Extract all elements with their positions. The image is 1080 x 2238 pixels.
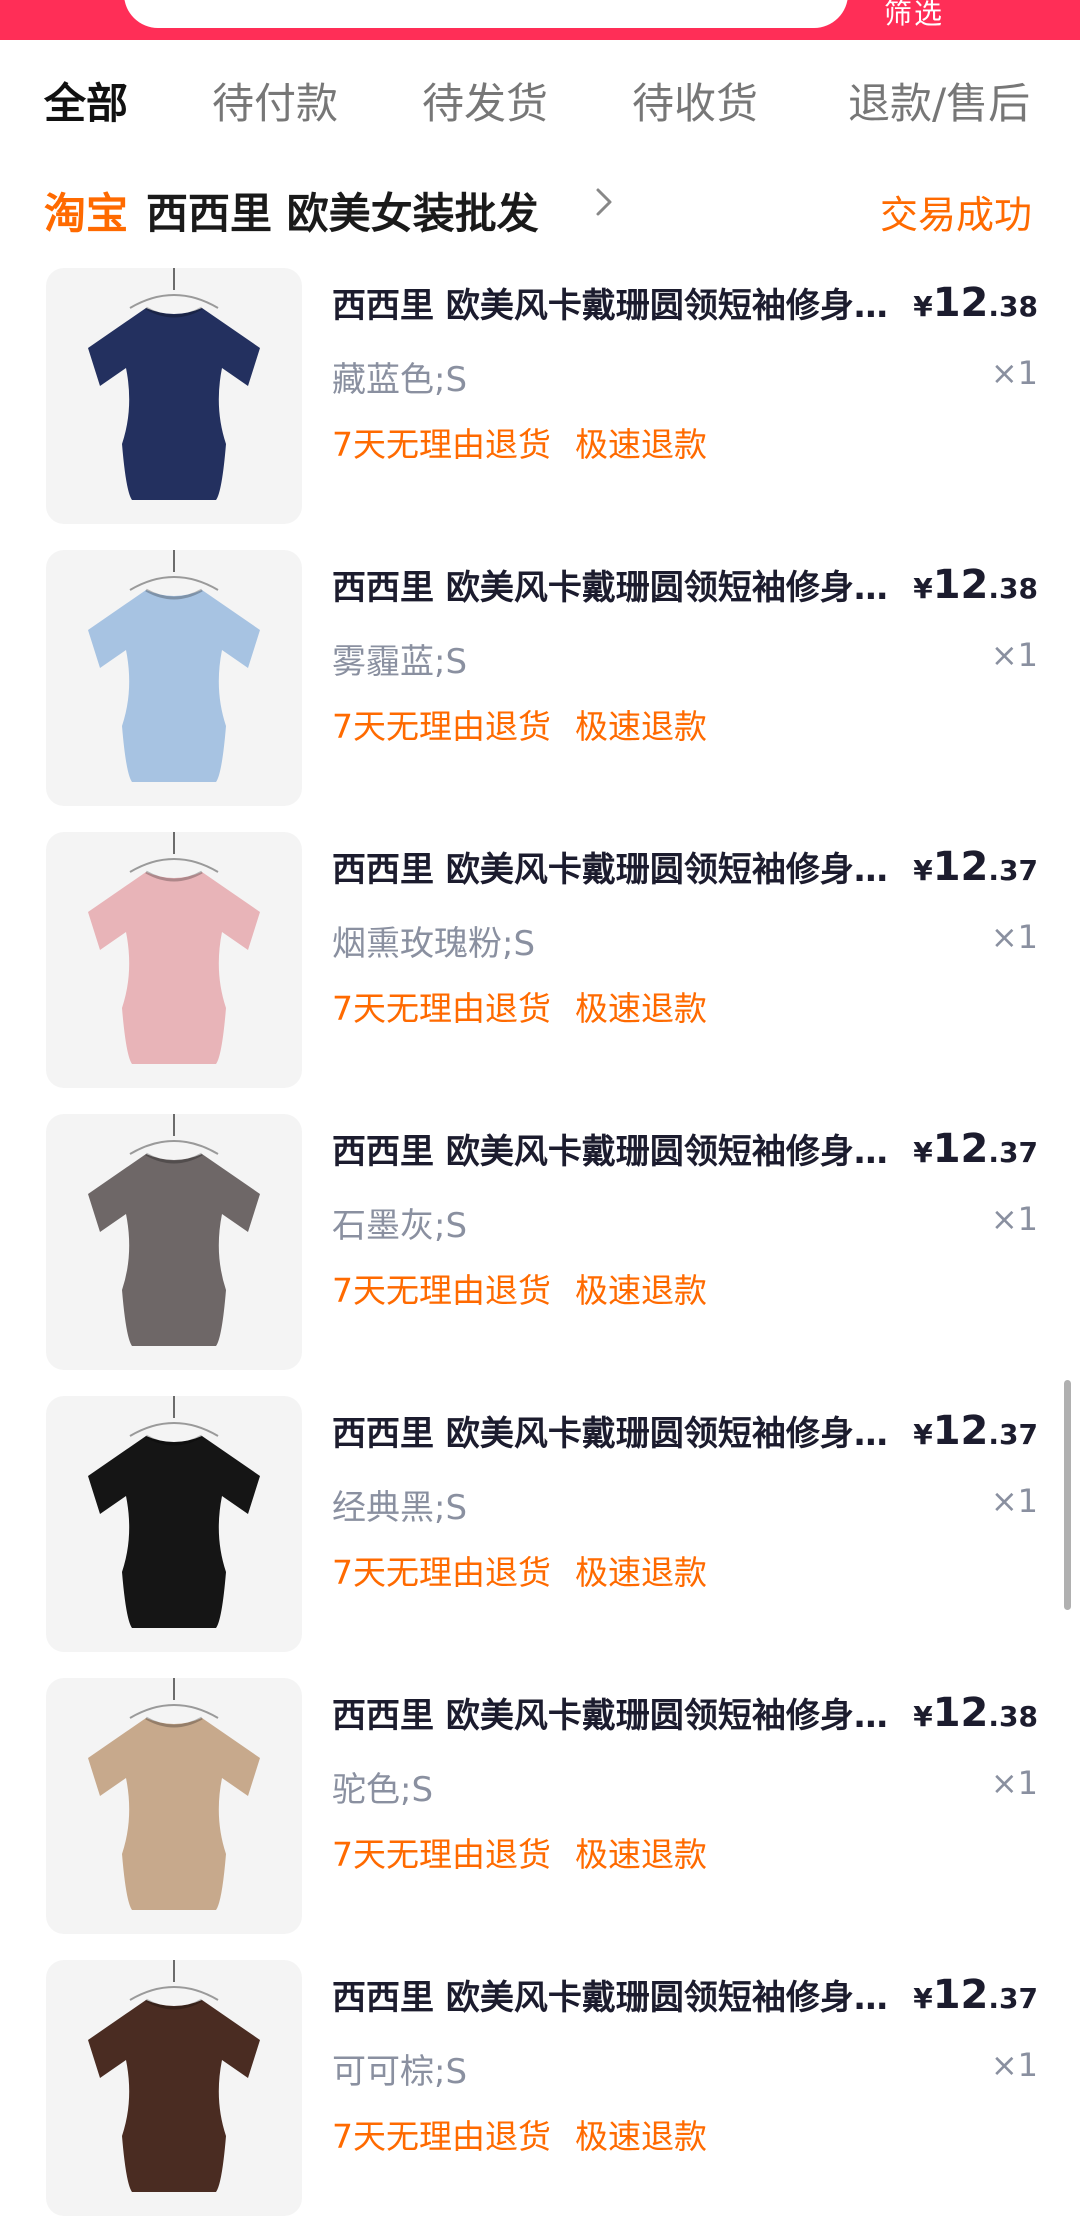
product-variant: 经典黑;S xyxy=(332,1488,468,1528)
tab-pending-receipt[interactable]: 待收货 xyxy=(632,70,758,131)
order-item[interactable]: 西西里 欧美风卡戴珊圆领短袖修身T恤 ¥12.37 石墨灰;S ×1 7天无理由… xyxy=(0,1110,1080,1392)
tab-refund-aftersale[interactable]: 退款/售后 xyxy=(848,70,1030,131)
product-variant: 烟熏玫瑰粉;S xyxy=(332,924,536,964)
fast-refund-tag: 极速退款 xyxy=(575,1553,707,1592)
product-variant: 雾霾蓝;S xyxy=(332,642,468,682)
fast-refund-tag: 极速退款 xyxy=(575,707,707,746)
search-header: 筛选 xyxy=(0,0,1080,40)
service-tags: 7天无理由退货 极速退款 xyxy=(332,1828,731,1876)
product-price: ¥12.38 xyxy=(913,562,1038,608)
return-policy-tag: 7天无理由退货 xyxy=(332,707,551,746)
service-tags: 7天无理由退货 极速退款 xyxy=(332,700,731,748)
fast-refund-tag: 极速退款 xyxy=(575,1835,707,1874)
product-price: ¥12.38 xyxy=(913,280,1038,326)
product-thumbnail[interactable] xyxy=(46,268,302,524)
product-title[interactable]: 西西里 欧美风卡戴珊圆领短袖修身T恤 xyxy=(332,1406,892,1455)
scrollbar[interactable] xyxy=(1064,1380,1071,1610)
tab-pending-shipment[interactable]: 待发货 xyxy=(422,70,548,131)
tshirt-image xyxy=(88,268,260,500)
order-tabs: 全部 待付款 待发货 待收货 退款/售后 xyxy=(0,40,1080,160)
product-thumbnail[interactable] xyxy=(46,1114,302,1370)
order-item[interactable]: 西西里 欧美风卡戴珊圆领短袖修身T恤 ¥12.37 经典黑;S ×1 7天无理由… xyxy=(0,1392,1080,1674)
order-status: 交易成功 xyxy=(879,193,1032,237)
taobao-logo: 淘宝 xyxy=(44,189,129,238)
tab-all[interactable]: 全部 xyxy=(44,70,128,131)
return-policy-tag: 7天无理由退货 xyxy=(332,1553,551,1592)
product-quantity: ×1 xyxy=(990,2046,1038,2084)
fast-refund-tag: 极速退款 xyxy=(575,989,707,1028)
fast-refund-tag: 极速退款 xyxy=(575,2117,707,2156)
tshirt-image xyxy=(88,832,260,1064)
product-thumbnail[interactable] xyxy=(46,550,302,806)
service-tags: 7天无理由退货 极速退款 xyxy=(332,982,731,1030)
product-price: ¥12.37 xyxy=(913,844,1038,890)
order-item[interactable]: 西西里 欧美风卡戴珊圆领短袖修身T恤 ¥12.38 雾霾蓝;S ×1 7天无理由… xyxy=(0,546,1080,828)
product-variant: 可可棕;S xyxy=(332,2052,468,2092)
product-title[interactable]: 西西里 欧美风卡戴珊圆领短袖修身T恤 xyxy=(332,1124,892,1173)
service-tags: 7天无理由退货 极速退款 xyxy=(332,418,731,466)
tab-pending-payment[interactable]: 待付款 xyxy=(212,70,338,131)
return-policy-tag: 7天无理由退货 xyxy=(332,989,551,1028)
search-input[interactable] xyxy=(124,0,848,28)
order-item[interactable]: 西西里 欧美风卡戴珊圆领短袖修身T恤 ¥12.38 藏蓝色;S ×1 7天无理由… xyxy=(0,264,1080,546)
product-quantity: ×1 xyxy=(990,1764,1038,1802)
product-price: ¥12.37 xyxy=(913,1408,1038,1454)
product-quantity: ×1 xyxy=(990,354,1038,392)
product-title[interactable]: 西西里 欧美风卡戴珊圆领短袖修身T恤 xyxy=(332,560,892,609)
fast-refund-tag: 极速退款 xyxy=(575,425,707,464)
product-quantity: ×1 xyxy=(990,918,1038,956)
product-title[interactable]: 西西里 欧美风卡戴珊圆领短袖修身T恤 xyxy=(332,278,892,327)
product-price: ¥12.37 xyxy=(913,1972,1038,2018)
service-tags: 7天无理由退货 极速退款 xyxy=(332,2110,731,2158)
product-title[interactable]: 西西里 欧美风卡戴珊圆领短袖修身T恤 xyxy=(332,1970,892,2019)
tshirt-image xyxy=(88,550,260,782)
service-tags: 7天无理由退货 极速退款 xyxy=(332,1264,731,1312)
chevron-right-icon xyxy=(596,188,612,216)
product-price: ¥12.37 xyxy=(913,1126,1038,1172)
shop-name[interactable]: 西西里 欧美女装批发 xyxy=(146,180,539,241)
tshirt-image xyxy=(88,1114,260,1346)
product-quantity: ×1 xyxy=(990,1482,1038,1520)
product-thumbnail[interactable] xyxy=(46,1678,302,1934)
product-quantity: ×1 xyxy=(990,1200,1038,1238)
product-thumbnail[interactable] xyxy=(46,1960,302,2216)
return-policy-tag: 7天无理由退货 xyxy=(332,1835,551,1874)
tshirt-image xyxy=(88,1396,260,1628)
product-price: ¥12.38 xyxy=(913,1690,1038,1736)
shop-header[interactable]: 淘宝 西西里 欧美女装批发 交易成功 xyxy=(0,170,1080,250)
product-variant: 石墨灰;S xyxy=(332,1206,468,1246)
return-policy-tag: 7天无理由退货 xyxy=(332,1271,551,1310)
service-tags: 7天无理由退货 极速退款 xyxy=(332,1546,731,1594)
fast-refund-tag: 极速退款 xyxy=(575,1271,707,1310)
return-policy-tag: 7天无理由退货 xyxy=(332,2117,551,2156)
product-title[interactable]: 西西里 欧美风卡戴珊圆领短袖修身T恤 xyxy=(332,1688,892,1737)
product-thumbnail[interactable] xyxy=(46,1396,302,1652)
product-quantity: ×1 xyxy=(990,636,1038,674)
tshirt-image xyxy=(88,1678,260,1910)
filter-button[interactable]: 筛选 xyxy=(884,0,944,32)
product-title[interactable]: 西西里 欧美风卡戴珊圆领短袖修身T恤 xyxy=(332,842,892,891)
return-policy-tag: 7天无理由退货 xyxy=(332,425,551,464)
tshirt-image xyxy=(88,1960,260,2192)
order-item[interactable]: 西西里 欧美风卡戴珊圆领短袖修身T恤 ¥12.37 烟熏玫瑰粉;S ×1 7天无… xyxy=(0,828,1080,1110)
order-item[interactable]: 西西里 欧美风卡戴珊圆领短袖修身T恤 ¥12.37 可可棕;S ×1 7天无理由… xyxy=(0,1956,1080,2238)
order-item[interactable]: 西西里 欧美风卡戴珊圆领短袖修身T恤 ¥12.38 驼色;S ×1 7天无理由退… xyxy=(0,1674,1080,1956)
product-variant: 藏蓝色;S xyxy=(332,360,468,400)
product-thumbnail[interactable] xyxy=(46,832,302,1088)
product-variant: 驼色;S xyxy=(332,1770,434,1810)
